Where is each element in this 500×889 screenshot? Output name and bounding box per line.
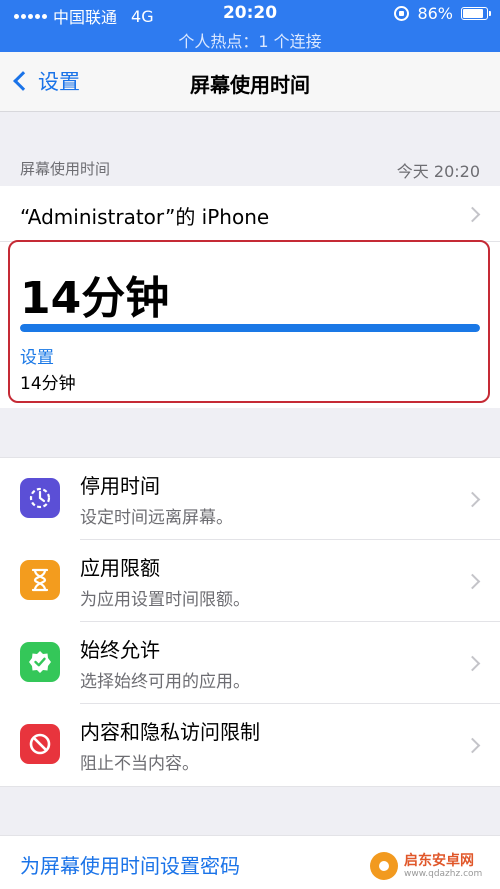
usage-category-time: 14分钟 — [20, 374, 76, 394]
feature-list: 停用时间 设定时间远离屏幕。 应用限额 为应用设置时间限额。 始终允许 选择始终… — [0, 457, 500, 787]
battery-level — [463, 9, 483, 18]
usage-category: 设置 — [20, 348, 54, 368]
chevron-right-icon — [464, 655, 481, 672]
device-name: “Administrator”的 iPhone — [20, 205, 270, 229]
battery-icon — [461, 7, 491, 20]
navigation-bar: 设置 屏幕使用时间 — [0, 52, 500, 112]
feature-downtime[interactable]: 停用时间 设定时间远离屏幕。 — [0, 458, 500, 540]
device-row[interactable]: “Administrator”的 iPhone — [0, 186, 500, 242]
feature-subtitle: 设定时间远离屏幕。 — [80, 508, 233, 528]
feature-title: 应用限额 — [80, 556, 160, 580]
orientation-lock-icon — [394, 6, 410, 21]
hotspot-banner[interactable]: 个人热点：1 个连接 — [0, 28, 500, 52]
feature-subtitle: 选择始终可用的应用。 — [80, 672, 250, 692]
feature-always-allowed[interactable]: 始终允许 选择始终可用的应用。 — [0, 622, 500, 704]
checkmark-badge-icon — [20, 642, 60, 682]
feature-title: 停用时间 — [80, 474, 160, 498]
chevron-right-icon — [464, 491, 481, 508]
restriction-icon — [20, 724, 60, 764]
watermark-url: www.qdazhz.com — [404, 869, 483, 879]
feature-title: 内容和隐私访问限制 — [80, 720, 260, 744]
section-label: 屏幕使用时间 — [20, 160, 111, 178]
watermark-logo-icon — [370, 852, 398, 880]
battery-percent: 86% — [417, 4, 453, 23]
feature-subtitle: 阻止不当内容。 — [80, 754, 199, 774]
section-header: 屏幕使用时间 今天 20:20 — [0, 150, 500, 184]
status-bar: 中国联通 4G 20:20 86% 个人热点：1 个连接 — [0, 0, 500, 52]
usage-date: 今天 20:20 — [396, 162, 480, 181]
downtime-icon — [20, 478, 60, 518]
chevron-right-icon — [464, 206, 481, 223]
chevron-right-icon — [464, 573, 481, 590]
usage-bar-fill — [20, 324, 480, 332]
watermark: 启东安卓网 www.qdazhz.com — [370, 852, 482, 880]
set-passcode-link[interactable]: 为屏幕使用时间设置密码 — [20, 850, 240, 879]
usage-bar — [20, 324, 480, 332]
feature-subtitle: 为应用设置时间限额。 — [80, 590, 250, 610]
feature-title: 始终允许 — [80, 638, 160, 662]
watermark-name: 启东安卓网 — [404, 853, 474, 869]
feature-content-restrictions[interactable]: 内容和隐私访问限制 阻止不当内容。 — [0, 704, 500, 786]
page-title: 屏幕使用时间 — [190, 73, 310, 97]
usage-total: 14分钟 — [20, 273, 170, 324]
chevron-right-icon — [464, 737, 481, 754]
hourglass-icon — [20, 560, 60, 600]
feature-app-limits[interactable]: 应用限额 为应用设置时间限额。 — [0, 540, 500, 622]
